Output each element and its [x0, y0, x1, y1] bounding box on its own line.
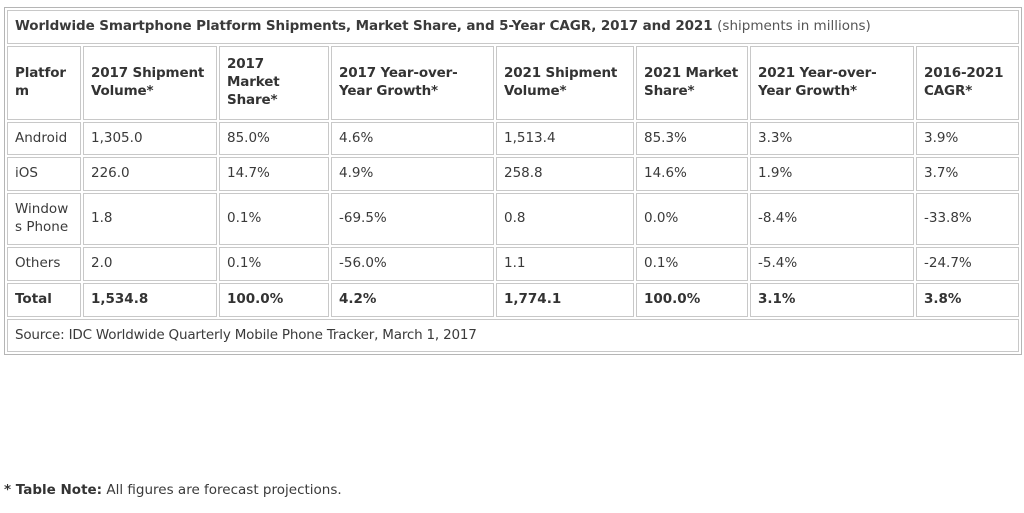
cell-cagr: 3.8%: [916, 282, 1020, 317]
cell-shipment-2021: 0.8: [496, 193, 634, 245]
footnote-text: All figures are forecast projections.: [106, 482, 342, 498]
table-footnote: * Table Note: All figures are forecast p…: [4, 482, 342, 500]
column-header-growth-2021: 2021 Year-over-Year Growth*: [750, 45, 914, 120]
cell-growth-2021: 3.3%: [750, 121, 914, 156]
column-header-growth-2017: 2017 Year-over-Year Growth*: [331, 45, 494, 120]
cell-shipment-2021: 1,774.1: [496, 282, 634, 317]
cell-shipment-2017: 1,534.8: [83, 282, 217, 317]
footnote-marker: *: [4, 482, 12, 498]
table-title-cell: Worldwide Smartphone Platform Shipments,…: [7, 10, 1020, 44]
table-row: Android 1,305.0 85.0% 4.6% 1,513.4 85.3%…: [7, 121, 1020, 156]
table-total-row: Total 1,534.8 100.0% 4.2% 1,774.1 100.0%…: [7, 282, 1020, 317]
cell-growth-2021: -5.4%: [750, 246, 914, 281]
cell-shipment-2021: 1,513.4: [496, 121, 634, 156]
table-source: Source: IDC Worldwide Quarterly Mobile P…: [7, 318, 1020, 353]
smartphone-shipments-table: Worldwide Smartphone Platform Shipments,…: [4, 7, 1023, 356]
cell-shipment-2021: 258.8: [496, 157, 634, 192]
cell-shipment-2021: 1.1: [496, 246, 634, 281]
cell-growth-2017: -69.5%: [331, 193, 494, 245]
cell-cagr: 3.9%: [916, 121, 1020, 156]
cell-growth-2021: 1.9%: [750, 157, 914, 192]
table-row: Others 2.0 0.1% -56.0% 1.1 0.1% -5.4% -2…: [7, 246, 1020, 281]
cell-share-2017: 85.0%: [219, 121, 329, 156]
cell-share-2021: 0.0%: [636, 193, 748, 245]
cell-shipment-2017: 1.8: [83, 193, 217, 245]
cell-growth-2021: 3.1%: [750, 282, 914, 317]
page-root: Worldwide Smartphone Platform Shipments,…: [0, 0, 1024, 513]
cell-share-2021: 14.6%: [636, 157, 748, 192]
cell-cagr: -24.7%: [916, 246, 1020, 281]
cell-growth-2021: -8.4%: [750, 193, 914, 245]
table-title-row: Worldwide Smartphone Platform Shipments,…: [7, 10, 1020, 44]
table-source-row: Source: IDC Worldwide Quarterly Mobile P…: [7, 318, 1020, 353]
column-header-cagr: 2016-2021 CAGR*: [916, 45, 1020, 120]
table-title-subtitle: (shipments in millions): [717, 18, 871, 34]
column-header-shipment-2017: 2017 Shipment Volume*: [83, 45, 217, 120]
cell-platform: Android: [7, 121, 81, 156]
cell-cagr: -33.8%: [916, 193, 1020, 245]
table-header-row: Platform 2017 Shipment Volume* 2017 Mark…: [7, 45, 1020, 120]
table-container: Worldwide Smartphone Platform Shipments,…: [4, 7, 1023, 356]
cell-share-2021: 0.1%: [636, 246, 748, 281]
cell-shipment-2017: 1,305.0: [83, 121, 217, 156]
cell-shipment-2017: 2.0: [83, 246, 217, 281]
cell-share-2017: 0.1%: [219, 246, 329, 281]
cell-platform: Others: [7, 246, 81, 281]
table-row: Windows Phone 1.8 0.1% -69.5% 0.8 0.0% -…: [7, 193, 1020, 245]
column-header-platform: Platform: [7, 45, 81, 120]
cell-cagr: 3.7%: [916, 157, 1020, 192]
column-header-shipment-2021: 2021 Shipment Volume*: [496, 45, 634, 120]
column-header-share-2021: 2021 Market Share*: [636, 45, 748, 120]
table-title-main: Worldwide Smartphone Platform Shipments,…: [15, 18, 713, 34]
table-row: iOS 226.0 14.7% 4.9% 258.8 14.6% 1.9% 3.…: [7, 157, 1020, 192]
cell-growth-2017: -56.0%: [331, 246, 494, 281]
footnote-label: Table Note:: [15, 482, 103, 498]
cell-share-2017: 14.7%: [219, 157, 329, 192]
cell-shipment-2017: 226.0: [83, 157, 217, 192]
column-header-share-2017: 2017 Market Share*: [219, 45, 329, 120]
cell-platform: iOS: [7, 157, 81, 192]
cell-share-2021: 85.3%: [636, 121, 748, 156]
cell-growth-2017: 4.9%: [331, 157, 494, 192]
cell-share-2017: 100.0%: [219, 282, 329, 317]
cell-share-2017: 0.1%: [219, 193, 329, 245]
cell-share-2021: 100.0%: [636, 282, 748, 317]
cell-growth-2017: 4.2%: [331, 282, 494, 317]
cell-platform: Total: [7, 282, 81, 317]
cell-growth-2017: 4.6%: [331, 121, 494, 156]
cell-platform: Windows Phone: [7, 193, 81, 245]
